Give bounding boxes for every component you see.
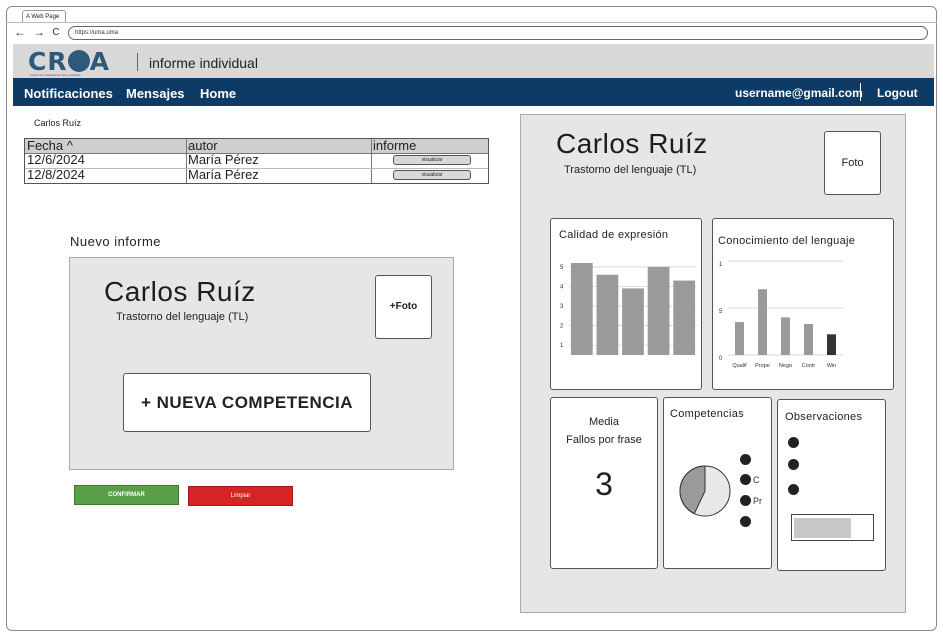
row-1-fecha: 12/6/2024: [27, 152, 85, 167]
new-competence-button[interactable]: + NUEVA COMPETENCIA: [123, 373, 371, 432]
fallos-label: Fallos por frase: [566, 434, 642, 446]
new-report-diagnosis: Trastorno del lenguaje (TL): [116, 311, 249, 323]
observation-progress-bar: [791, 514, 874, 541]
bar: [735, 322, 744, 355]
url-bar[interactable]: https://uma.uma: [68, 26, 928, 40]
confirm-button[interactable]: CONFIRMAR: [74, 485, 179, 505]
bar: [622, 288, 644, 355]
logout-button[interactable]: Logout: [877, 86, 918, 100]
summary-patient-name: Carlos Ruíz: [556, 128, 708, 159]
reload-icon[interactable]: C: [50, 27, 62, 38]
column-header-informe: informe: [373, 138, 417, 153]
legend-dot: [740, 495, 751, 506]
column-header-autor: autor: [188, 138, 218, 153]
back-icon[interactable]: ←: [14, 25, 26, 39]
bar: [827, 334, 836, 355]
clear-button[interactable]: Limpiar: [188, 486, 293, 506]
legend-dot: [740, 454, 751, 465]
patient-breadcrumb: Carlos Ruíz: [34, 118, 82, 128]
legend-dot: [740, 474, 751, 485]
tab-divider: [6, 22, 937, 23]
bar: [673, 280, 696, 355]
x-tick-label: Qualif: [732, 363, 747, 369]
observation-bullet: [788, 437, 799, 448]
add-photo-button[interactable]: +Foto: [375, 275, 432, 339]
new-report-patient-name: Carlos Ruíz: [104, 276, 256, 307]
bar: [781, 317, 790, 355]
reports-table: Fecha ^ autor informe 12/6/2024 María Pé…: [24, 138, 489, 184]
media-label: Media: [589, 416, 619, 428]
row-1-visualizar-button[interactable]: visualizar: [393, 155, 471, 165]
row-2-autor: María Pérez: [188, 167, 259, 182]
y-tick-label: 1: [719, 262, 723, 268]
nav-mensajes[interactable]: Mensajes: [126, 86, 185, 101]
y-tick-label: 2: [560, 324, 564, 330]
observation-bullet: [788, 484, 799, 495]
legend-label-c: C: [753, 475, 760, 485]
y-tick-label: 5: [719, 309, 723, 315]
bar: [596, 274, 619, 355]
legend-label-pr: Pr: [753, 496, 762, 506]
nav-notificaciones[interactable]: Notificaciones: [24, 86, 113, 101]
language-knowledge-card: Conocimiento del lenguaje 1 5 0 Qualif Prope…: [712, 218, 894, 390]
new-report-title: Nuevo informe: [70, 234, 162, 249]
bar: [570, 262, 593, 355]
y-tick-label: 0: [719, 356, 723, 362]
nav-home[interactable]: Home: [200, 86, 236, 101]
forward-icon[interactable]: →: [33, 25, 45, 39]
user-email[interactable]: username@gmail.com: [735, 86, 863, 100]
observation-bullet: [788, 459, 799, 470]
patient-photo: Foto: [824, 131, 881, 195]
x-tick-label: Contr: [802, 363, 816, 369]
y-tick-label: 1: [560, 343, 564, 349]
logo-tagline: centro de rehabilitacion oral y auditiva: [30, 73, 81, 77]
row-2-visualizar-button[interactable]: visualizar: [393, 170, 471, 180]
competencias-title: Competencias: [670, 408, 744, 420]
legend-dot: [740, 516, 751, 527]
column-divider: [371, 139, 372, 183]
y-tick-label: 5: [560, 265, 564, 271]
language-knowledge-chart: 1 5 0 Qualif Prope Nego Contr Win: [719, 260, 843, 369]
page-subtitle: informe individual: [149, 55, 258, 71]
row-1-autor: María Pérez: [188, 152, 259, 167]
column-divider: [186, 139, 187, 183]
competencias-pie-chart: [679, 465, 731, 517]
x-tick-label: Nego: [779, 363, 792, 369]
column-header-fecha[interactable]: Fecha ^: [27, 139, 73, 153]
row-2-fecha: 12/8/2024: [27, 167, 85, 182]
y-tick-label: 3: [560, 304, 564, 310]
bar: [647, 266, 670, 355]
competencias-card: Competencias C Pr: [663, 397, 772, 569]
summary-diagnosis: Trastorno del lenguaje (TL): [564, 164, 697, 176]
x-tick-label: Prope: [755, 363, 770, 369]
observaciones-title: Observaciones: [785, 411, 863, 423]
bar: [758, 289, 767, 355]
observaciones-card: Observaciones: [777, 399, 886, 571]
bar: [804, 323, 813, 355]
browser-tab[interactable]: A Web Page: [22, 10, 66, 22]
progress-fill: [794, 518, 851, 538]
table-header-row: [25, 139, 488, 153]
y-tick-label: 4: [560, 284, 564, 290]
expression-quality-card: Calidad de expresión 54321: [550, 218, 702, 390]
stats-card: Media Fallos por frase 3: [550, 397, 658, 569]
header-divider: [137, 53, 138, 71]
x-tick-label: Win: [827, 363, 836, 369]
nav-divider: [860, 83, 861, 101]
expression-quality-chart: 5 4 3 2 1: [560, 262, 697, 355]
fallos-value: 3: [595, 466, 613, 502]
